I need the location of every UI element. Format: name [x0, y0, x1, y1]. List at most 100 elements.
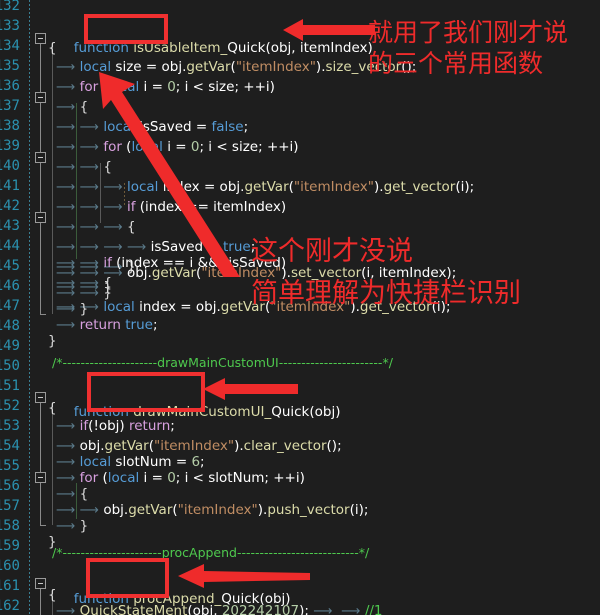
- code-line: ⟶ QuickStateMent(obj, 202242107); ⟶ ⟶ //…: [56, 601, 383, 615]
- indent-arrow-icon: ⟶: [56, 518, 80, 534]
- text: ;: [152, 317, 158, 333]
- method-getvector: get_vector: [383, 179, 456, 195]
- comment-separator-procappend: /*----------------------procAppend------…: [52, 545, 370, 560]
- line-number: 159: [0, 538, 20, 554]
- text: (obj,: [187, 603, 222, 615]
- text: i =: [139, 470, 168, 486]
- text: index = obj.: [134, 299, 221, 315]
- brace-open: {: [48, 400, 57, 416]
- annotation-middle: 这个刚才没说: [251, 236, 413, 267]
- line-number: 150: [0, 358, 20, 374]
- comment-separator-drawmaincustomui: /*---------------------drawMainCustomUI-…: [52, 355, 393, 370]
- text: ;: [170, 418, 175, 434]
- fold-rail-end: [40, 314, 46, 315]
- indent-arrow-icon: ⟶: [56, 317, 80, 333]
- brace-close: }: [103, 285, 112, 301]
- indent-arrow-icon: ⟶: [56, 603, 80, 615]
- fold-toggle-icon[interactable]: [35, 578, 46, 589]
- code-line: {: [48, 38, 57, 58]
- indent-arrow-icon: ⟶ ⟶: [313, 603, 365, 615]
- annotation-top-right: 就用了我们刚才说的三个常用函数: [368, 18, 569, 78]
- function-params: Quick(obj): [271, 404, 341, 420]
- brace-close: }: [48, 333, 57, 349]
- line-number: 152: [0, 398, 20, 414]
- line-number: 138: [0, 118, 20, 134]
- text: (: [98, 470, 108, 486]
- line-number: 141: [0, 178, 20, 194]
- keyword-return: return: [129, 418, 171, 434]
- text: ;: [243, 119, 249, 135]
- code-line: ⟶ for (local i = 0; i < slotNum; ++i): [56, 468, 305, 488]
- annotation-bottom: 简单理解为快捷栏识别: [251, 278, 521, 309]
- code-line: ⟶ ⟶ obj.getVar("itemIndex").push_vector(…: [56, 500, 368, 520]
- indent-arrow-icon: ⟶: [56, 159, 80, 175]
- fold-toggle-icon[interactable]: [35, 92, 46, 103]
- line-number: 149: [0, 338, 20, 354]
- fold-toggle-icon[interactable]: [35, 212, 46, 223]
- code-line: ⟶ }: [56, 516, 88, 536]
- method-getvar: getVar: [128, 502, 173, 518]
- indent-arrow-icon: ⟶: [56, 418, 80, 434]
- string-itemindex: "itemIndex": [235, 59, 316, 75]
- code-editor[interactable]: 132 133 134 135 136 137 138 139 140 141 142 143 144 1…: [0, 0, 600, 615]
- line-number: 151: [0, 378, 20, 394]
- line-number: 139: [0, 138, 20, 154]
- line-number: 153: [0, 418, 20, 434]
- inline-comment: //1: [364, 603, 383, 615]
- brace-close: }: [79, 518, 89, 534]
- line-number: 161: [0, 578, 20, 594]
- keyword-return: return: [79, 317, 121, 333]
- line-number: 147: [0, 298, 20, 314]
- fold-rail-end: [40, 525, 46, 526]
- keyword-function: function: [73, 40, 129, 56]
- line-number: 144: [0, 238, 20, 254]
- fold-toggle-icon[interactable]: [35, 472, 46, 483]
- code-line: }: [48, 331, 57, 351]
- line-number: 133: [0, 18, 20, 34]
- indent-guide: [52, 44, 53, 314]
- text: ).: [374, 179, 384, 195]
- line-number: 155: [0, 458, 20, 474]
- arrow-procappend: [178, 564, 310, 588]
- line-number: 132: [0, 0, 20, 14]
- line-number: 158: [0, 518, 20, 534]
- line-number: 142: [0, 198, 20, 214]
- text: ).: [257, 502, 268, 518]
- indent-arrow-icon: ⟶: [56, 139, 80, 155]
- text: obj.: [103, 502, 129, 518]
- method-clearvector: clear_vector: [243, 438, 327, 454]
- brace-open: {: [48, 40, 57, 56]
- fold-toggle-icon[interactable]: [35, 392, 46, 403]
- indent-arrow-icon: ⟶: [56, 99, 80, 115]
- text: (i);: [349, 502, 369, 518]
- method-quickstatement: QuickStateMent: [79, 603, 188, 615]
- method-pushvector: push_vector: [267, 502, 350, 518]
- line-number: 137: [0, 98, 20, 114]
- function-name-isusableitem: isUsableItem_: [133, 40, 228, 56]
- brace-open: {: [79, 99, 89, 115]
- code-line: {: [48, 398, 57, 418]
- code-line: ⟶ {: [56, 97, 88, 117]
- text: ).: [234, 438, 244, 454]
- line-number: 136: [0, 78, 20, 94]
- fold-toggle-icon[interactable]: [35, 152, 46, 163]
- code-line: ⟶ if(!obj) return;: [56, 416, 175, 436]
- method-getvar: getVar: [244, 179, 289, 195]
- line-number: 156: [0, 478, 20, 494]
- line-number: 148: [0, 318, 20, 334]
- fold-toggle-icon[interactable]: [35, 33, 46, 44]
- string-itemindex: "itemIndex": [293, 179, 374, 195]
- line-number: 140: [0, 158, 20, 174]
- text: ();: [326, 438, 342, 454]
- indent-arrow-icon: ⟶: [56, 199, 80, 215]
- text: (!obj): [88, 418, 129, 434]
- gutter-dotted-divider: [29, 0, 30, 615]
- line-number: 145: [0, 258, 20, 274]
- text: ; i < slotNum; ++i): [175, 470, 305, 486]
- indent-arrow-icon: ⟶: [56, 59, 80, 75]
- indent-arrow-icon: ⟶: [56, 265, 80, 281]
- line-number: 162: [0, 598, 20, 614]
- line-number: 134: [0, 38, 20, 54]
- keyword-if: if: [79, 418, 89, 434]
- fold-rail-line: [40, 403, 41, 525]
